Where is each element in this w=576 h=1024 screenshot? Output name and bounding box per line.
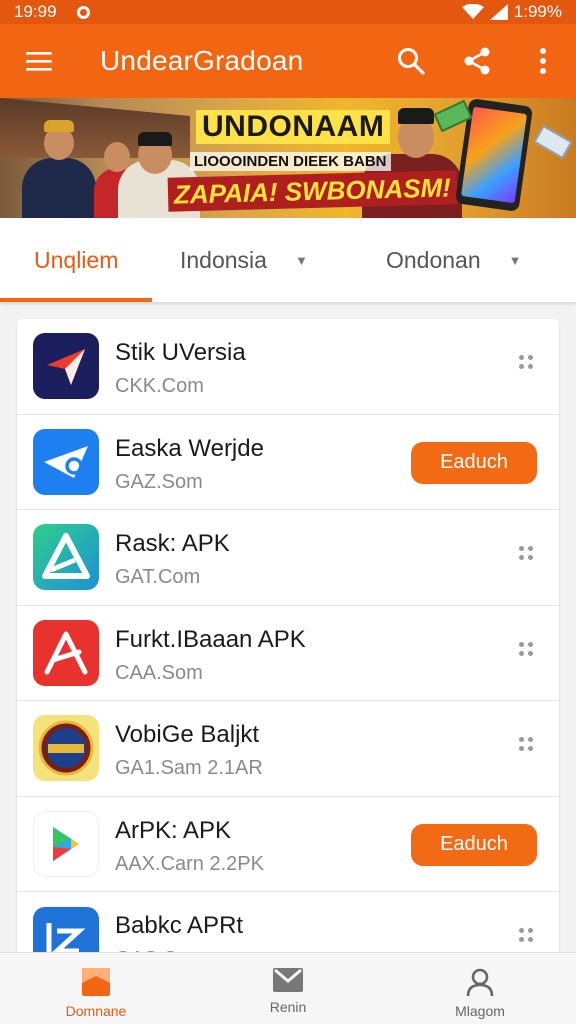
drag-handle-icon[interactable] xyxy=(519,641,533,660)
list-item[interactable]: ArPK: APK AAX.Carn 2.2PK Eaduch xyxy=(17,797,559,892)
battery-text: 1:99% xyxy=(513,2,562,21)
banner-subline: LIOOOINDEN DIEEK BABN xyxy=(190,152,391,171)
home-icon xyxy=(82,968,110,996)
app-list: Stik UVersia CKK.Com Easka Werjde GAZ.So… xyxy=(17,319,559,959)
tab-ondonan[interactable]: Ondonan ▼ xyxy=(362,218,576,302)
tab-unqliem[interactable]: Unqliem xyxy=(0,218,152,302)
app-bar: UndearGradoan xyxy=(0,24,576,98)
nav-item-mail[interactable]: Renin xyxy=(192,953,384,1024)
person-icon xyxy=(466,968,494,997)
list-item[interactable]: Rask: APK GAT.Com xyxy=(17,510,559,606)
drag-handle-icon[interactable] xyxy=(519,546,533,564)
tab-label: Ondonan xyxy=(386,246,481,273)
signal-icon xyxy=(489,4,508,20)
app-name: VobiGe Baljkt xyxy=(115,721,260,748)
menu-button[interactable] xyxy=(0,24,78,98)
nav-item-profile[interactable]: Mlagom xyxy=(384,953,576,1024)
banner-person-cap xyxy=(138,132,172,146)
mail-icon xyxy=(273,968,303,992)
download-button[interactable]: Eaduch xyxy=(411,441,537,484)
banner-person-cap xyxy=(398,108,434,124)
app-domain: GA1.Sam 2.1AR xyxy=(115,757,263,779)
nav-item-home[interactable]: Domnane xyxy=(0,953,192,1024)
app-domain: CKK.Com xyxy=(115,375,204,397)
chevron-down-icon: ▼ xyxy=(294,252,308,268)
menu-icon xyxy=(26,52,52,71)
app-domain: AAX.Carn 2.2PK xyxy=(115,852,264,875)
banner-person-cap xyxy=(44,120,74,132)
more-vertical-icon xyxy=(540,48,546,74)
more-button[interactable] xyxy=(510,24,576,98)
banner-headline: UNDONAAM xyxy=(196,110,391,144)
category-tabs: Unqliem Indonsia ▼ Ondonan ▼ xyxy=(0,218,576,302)
drag-handle-icon[interactable] xyxy=(519,355,533,373)
app-name: Furkt.IBaaan APK xyxy=(115,625,306,653)
download-button[interactable]: Eaduch xyxy=(411,823,537,866)
tab-label: Indonsia xyxy=(180,246,267,273)
app-title: UndearGradoan xyxy=(100,45,304,76)
emblem-icon xyxy=(33,715,99,782)
app-name: ArPK: APK xyxy=(115,816,232,844)
list-item[interactable]: Easka Werjde GAZ.Som Eaduch xyxy=(17,415,559,510)
app-name: Stik UVersia xyxy=(115,339,246,366)
share-icon xyxy=(464,47,490,75)
tab-label: Unqliem xyxy=(34,246,119,273)
nav-label: Mlagom xyxy=(455,1003,505,1019)
app-name: Rask: APK xyxy=(115,530,230,557)
share-button[interactable] xyxy=(444,24,510,98)
pen-a-icon xyxy=(33,619,99,686)
wifi-icon xyxy=(461,4,484,19)
app-name: Babkc APRt xyxy=(115,912,244,939)
list-item[interactable]: Babkc APRt GAS.Com xyxy=(17,892,559,959)
status-bar: 19:99 1:99% xyxy=(0,0,576,24)
drag-handle-icon[interactable] xyxy=(519,928,533,946)
notification-icon xyxy=(76,5,90,19)
list-item[interactable]: Stik UVersia CKK.Com xyxy=(17,319,559,415)
send-arrow-icon xyxy=(33,333,99,400)
bottom-navigation: Domnane Renin Mlagom xyxy=(0,952,576,1024)
tab-active-indicator xyxy=(0,298,152,302)
app-domain: CAA.Som xyxy=(115,661,203,684)
nav-label: Renin xyxy=(269,999,307,1015)
list-item[interactable]: VobiGe Baljkt GA1.Sam 2.1AR xyxy=(17,701,559,797)
status-indicators: 1:99% xyxy=(461,2,562,22)
banner-person xyxy=(22,158,96,218)
search-icon xyxy=(398,48,425,75)
promo-banner[interactable]: UNDONAAM LIOOOINDEN DIEEK BABN ZAPAIA! S… xyxy=(0,98,576,218)
paper-plane-icon xyxy=(33,428,99,495)
app-name: Easka Werjde xyxy=(115,434,264,462)
chevron-down-icon: ▼ xyxy=(508,252,522,268)
app-domain: GAT.Com xyxy=(115,566,201,588)
triangle-arrow-icon xyxy=(33,524,99,591)
nav-label: Domnane xyxy=(65,1003,127,1019)
google-play-icon xyxy=(33,810,99,877)
tab-indonsia[interactable]: Indonsia ▼ xyxy=(152,218,362,302)
status-time: 19:99 xyxy=(14,2,57,21)
search-button[interactable] xyxy=(378,24,444,98)
drag-handle-icon[interactable] xyxy=(519,737,533,755)
money-image xyxy=(533,124,573,160)
app-domain: GAZ.Som xyxy=(115,470,203,493)
list-item[interactable]: Furkt.IBaaan APK CAA.Som xyxy=(17,606,559,701)
